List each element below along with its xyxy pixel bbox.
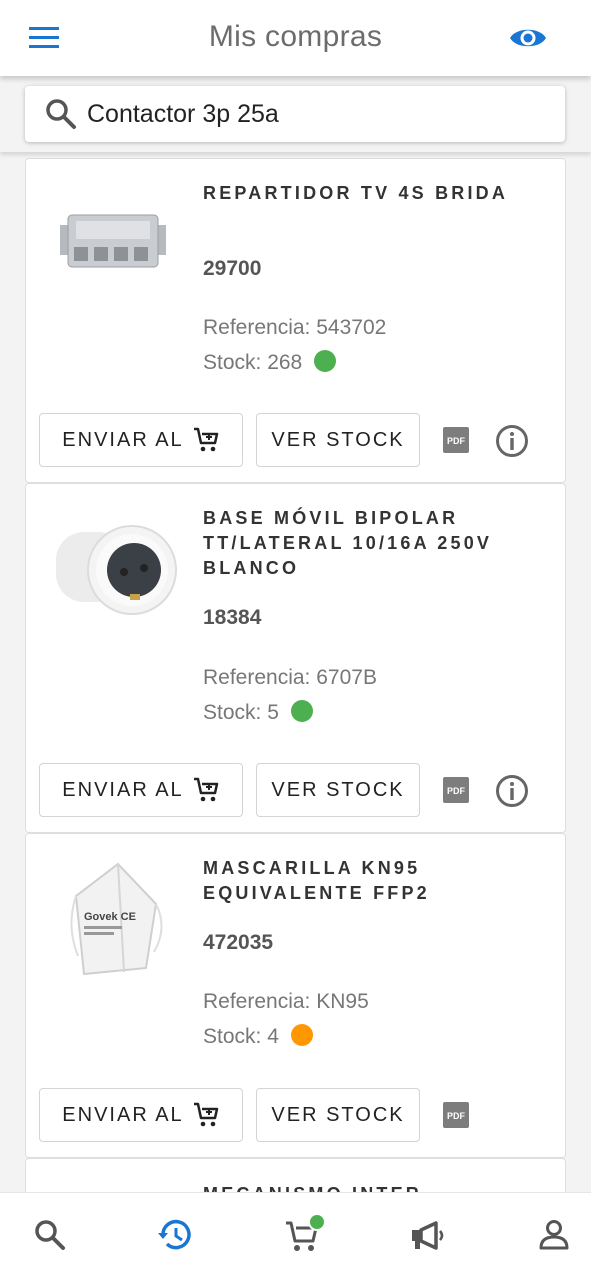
- nav-profile[interactable]: [534, 1215, 574, 1255]
- send-to-cart-button[interactable]: ENVIAR AL: [39, 1088, 243, 1142]
- megaphone-icon: [412, 1221, 444, 1250]
- cart-icon: [193, 777, 218, 802]
- send-button-label: ENVIAR AL: [62, 778, 184, 801]
- eye-icon[interactable]: [508, 22, 548, 54]
- kn95-mask-image: Govek CE: [48, 856, 178, 986]
- pdf-icon[interactable]: PDF: [443, 777, 469, 803]
- product-reference: Referencia: KN95: [203, 990, 369, 1013]
- send-to-cart-button[interactable]: ENVIAR AL: [39, 413, 243, 467]
- stock-label: Stock: 4: [203, 1025, 279, 1048]
- view-stock-button[interactable]: VER STOCK: [256, 763, 420, 817]
- tv-splitter-image: [48, 181, 178, 311]
- nav-promotions[interactable]: [408, 1215, 448, 1255]
- product-card: BASE MÓVIL BIPOLAR TT/LATERAL 10/16A 250…: [25, 483, 566, 833]
- svg-text:PDF: PDF: [447, 1111, 466, 1121]
- search-box[interactable]: [25, 86, 565, 142]
- stock-status: Stock: 4: [203, 1024, 313, 1049]
- product-code: 18384: [203, 606, 262, 629]
- product-card: Govek CE MASCARILLA KN95 EQUIVALENTE FFP…: [25, 833, 566, 1158]
- product-code: 29700: [203, 257, 262, 280]
- nav-history[interactable]: [155, 1215, 195, 1255]
- view-stock-button[interactable]: VER STOCK: [256, 1088, 420, 1142]
- nav-search[interactable]: [30, 1215, 70, 1255]
- product-card: REPARTIDOR TV 4S BRIDA 29700 Referencia:…: [25, 158, 566, 483]
- nav-cart[interactable]: [282, 1213, 326, 1255]
- product-name[interactable]: MASCARILLA KN95 EQUIVALENTE FFP2: [203, 856, 543, 906]
- product-name[interactable]: REPARTIDOR TV 4S BRIDA: [203, 181, 543, 206]
- stock-label: Stock: 268: [203, 351, 303, 374]
- svg-text:PDF: PDF: [447, 786, 466, 796]
- history-icon: [158, 1219, 191, 1250]
- search-icon: [35, 1220, 65, 1250]
- search-input[interactable]: [87, 96, 547, 132]
- bottom-navigation: [0, 1192, 591, 1281]
- info-icon[interactable]: [495, 424, 529, 458]
- page-title: Mis compras: [208, 20, 383, 53]
- search-icon: [46, 99, 76, 129]
- send-to-cart-button[interactable]: ENVIAR AL: [39, 763, 243, 817]
- product-code: 472035: [203, 931, 274, 954]
- mask-print: Govek CE: [84, 911, 136, 923]
- info-icon[interactable]: [495, 774, 529, 808]
- product-name[interactable]: BASE MÓVIL BIPOLAR TT/LATERAL 10/16A 250…: [203, 506, 543, 581]
- stock-indicator: [314, 350, 337, 372]
- send-button-label: ENVIAR AL: [62, 1103, 184, 1126]
- cart-badge: [308, 1213, 326, 1231]
- stock-indicator: [290, 1024, 313, 1046]
- search-bar: [0, 76, 591, 152]
- stock-status: Stock: 268: [203, 350, 337, 375]
- cart-icon: [193, 1102, 218, 1127]
- product-name[interactable]: MECANISMO INTER: [203, 1182, 543, 1192]
- pdf-icon[interactable]: PDF: [443, 1102, 469, 1128]
- send-button-label: ENVIAR AL: [62, 428, 184, 451]
- pdf-icon[interactable]: PDF: [443, 427, 469, 453]
- socket-base-image: [48, 506, 178, 636]
- user-icon: [539, 1220, 569, 1250]
- app-header: Mis compras: [0, 0, 591, 76]
- view-stock-button[interactable]: VER STOCK: [256, 413, 420, 467]
- stock-status: Stock: 5: [203, 700, 313, 725]
- stock-label: Stock: 5: [203, 701, 279, 724]
- product-reference: Referencia: 6707B: [203, 666, 377, 689]
- product-reference: Referencia: 543702: [203, 316, 387, 339]
- cart-icon: [193, 427, 218, 452]
- product-card: MECANISMO INTER: [25, 1158, 566, 1192]
- svg-text:PDF: PDF: [447, 436, 466, 446]
- stock-indicator: [290, 700, 313, 722]
- product-list: REPARTIDOR TV 4S BRIDA 29700 Referencia:…: [0, 152, 591, 1192]
